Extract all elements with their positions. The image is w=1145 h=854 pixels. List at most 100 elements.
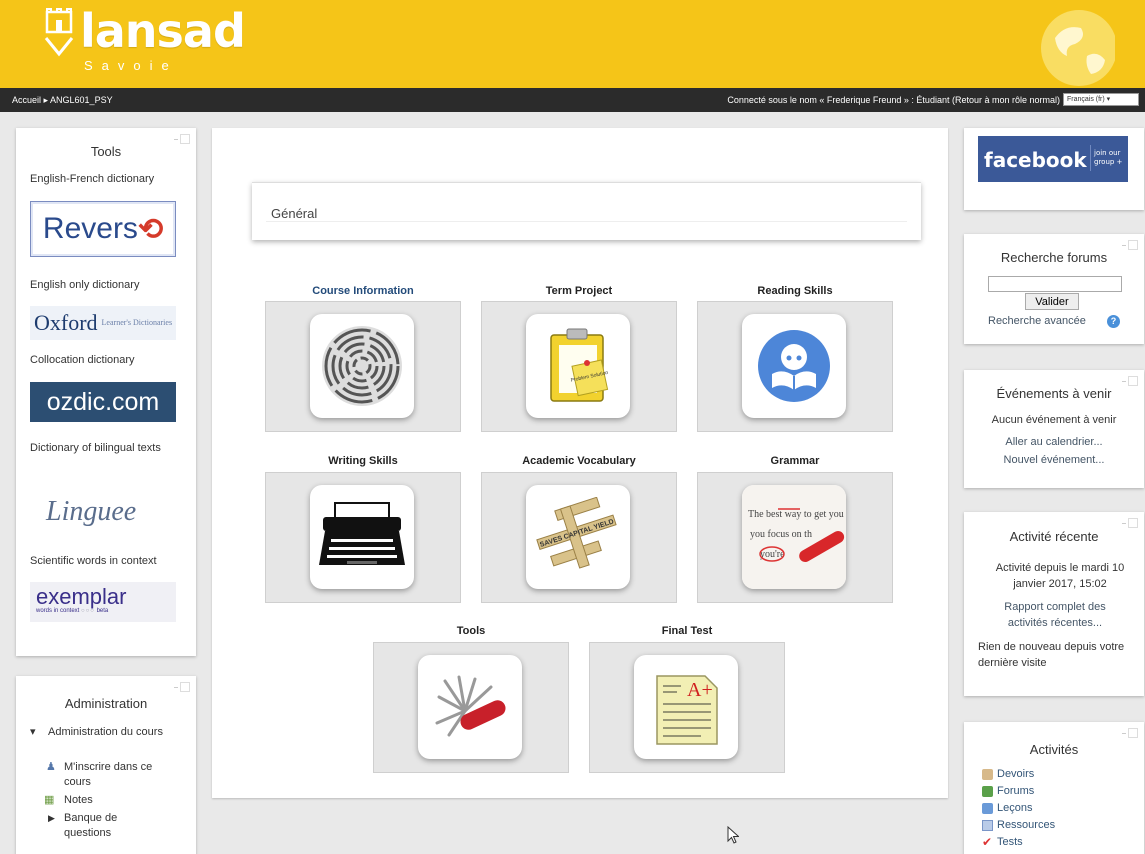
block-collapse-icon[interactable] <box>1122 728 1138 738</box>
admin-question-bank[interactable]: Banque de questions <box>64 811 164 841</box>
lansad-logo[interactable]: lansad Savoie <box>44 8 246 73</box>
tile-final-test[interactable]: A+ <box>589 642 785 773</box>
tool-label-english-french: English-French dictionary <box>30 173 155 185</box>
activity-assignments-label: Devoirs <box>997 768 1035 780</box>
tile-reading-skills[interactable] <box>697 301 893 432</box>
activity-forums-label: Forums <box>997 785 1035 797</box>
grades-icon: ▦ <box>44 794 55 806</box>
tile-title-academic-vocabulary[interactable]: Academic Vocabulary <box>481 455 677 467</box>
activity-lessons[interactable]: Leçons <box>982 802 1032 814</box>
forum-icon <box>982 785 993 797</box>
go-to-calendar-link[interactable]: Aller au calendrier... <box>964 436 1144 448</box>
activity-assignments[interactable]: Devoirs <box>982 768 1034 780</box>
activity-quizzes-label: Tests <box>997 836 1023 848</box>
nothing-new-text: Rien de nouveau depuis votre dernière vi… <box>978 641 1125 669</box>
admin-enrol-me[interactable]: M'inscrire dans ce cours <box>64 760 174 790</box>
globe-icon <box>1041 10 1115 86</box>
linguee-link[interactable]: Linguee <box>46 496 136 528</box>
tile-tools[interactable] <box>373 642 569 773</box>
ozdic-logo-text: ozdic.com <box>46 388 160 416</box>
triangle-right-icon[interactable]: ▶ <box>48 811 55 826</box>
block-collapse-icon[interactable] <box>1122 240 1138 250</box>
block-collapse-icon[interactable] <box>174 134 190 144</box>
logo-subtitle: Savoie <box>84 58 178 73</box>
breadcrumb[interactable]: Accueil ▸ ANGL601_PSY <box>12 95 113 106</box>
tile-title-writing-skills[interactable]: Writing Skills <box>265 455 461 467</box>
quiz-check-icon: ✔ <box>982 834 993 849</box>
reverso-swirl-icon: ⟲ <box>137 212 164 246</box>
activity-resources[interactable]: Ressources <box>982 819 1055 831</box>
recent-activity-title: Activité récente <box>1009 529 1099 544</box>
help-icon[interactable]: ? <box>1107 315 1120 328</box>
tile-title-tools[interactable]: Tools <box>373 625 569 637</box>
section-general-title: Général <box>271 206 318 221</box>
tile-course-information[interactable] <box>265 301 461 432</box>
facebook-block: facebook join our group + <box>964 128 1144 210</box>
oxford-logo-text: Oxford <box>34 310 98 335</box>
tile-title-final-test[interactable]: Final Test <box>589 625 785 637</box>
section-general: Général <box>252 182 921 240</box>
tile-title-reading-skills[interactable]: Reading Skills <box>697 285 893 297</box>
facebook-join: join our group + <box>1090 145 1124 171</box>
exemplar-logo-text: exemplar <box>36 584 127 609</box>
ozdic-link[interactable]: ozdic.com <box>30 382 176 422</box>
activity-since: Activité depuis le mardi 10 janvier 2017… <box>995 562 1125 590</box>
activities-block: Activités Devoirs Forums Leçons Ressourc… <box>964 722 1144 854</box>
maze-icon <box>310 314 414 418</box>
tile-title-grammar[interactable]: Grammar <box>697 455 893 467</box>
new-event-link[interactable]: Nouvel événement... <box>964 454 1144 466</box>
activity-quizzes[interactable]: ✔ Tests <box>982 834 1023 849</box>
clipboard-icon: Problem Solution <box>526 314 630 418</box>
language-select-value: Français (fr) <box>1067 96 1105 103</box>
tile-title-term-project[interactable]: Term Project <box>481 285 677 297</box>
exemplar-link[interactable]: exemplar words in context ○○○ beta <box>30 582 176 622</box>
exemplar-dots-icon: ○○○ <box>81 608 95 614</box>
search-forums-block: Recherche forums Valider Recherche avanc… <box>964 234 1144 344</box>
activity-lessons-label: Leçons <box>997 802 1033 814</box>
activities-title: Activités <box>1029 742 1079 757</box>
tile-term-project[interactable]: Problem Solution <box>481 301 677 432</box>
search-forums-submit-button[interactable]: Valider <box>1025 293 1079 310</box>
block-collapse-icon[interactable] <box>1122 376 1138 386</box>
tile-grammar[interactable]: The best way to get you focus on the you… <box>697 472 893 603</box>
exemplar-logo-subtitle: words in context <box>36 608 80 614</box>
typewriter-icon <box>310 485 414 589</box>
reader-icon <box>742 314 846 418</box>
lesson-icon <box>982 802 993 814</box>
block-collapse-icon[interactable] <box>1122 518 1138 528</box>
block-collapse-icon[interactable] <box>174 682 190 692</box>
reverso-logo-text: Revers <box>42 212 138 245</box>
upcoming-events-title: Événements à venir <box>996 386 1112 401</box>
tile-academic-vocabulary[interactable]: SAVES CAPITAL YIELD <box>481 472 677 603</box>
admin-course-administration[interactable]: Administration du cours <box>48 725 168 740</box>
admin-grades[interactable]: Notes <box>64 793 93 808</box>
activity-resources-label: Ressources <box>997 819 1056 831</box>
upcoming-events-block: Événements à venir Aucun événement à ven… <box>964 370 1144 488</box>
assignment-icon <box>982 768 993 780</box>
test-paper-icon: A+ <box>634 655 738 759</box>
mouse-cursor-icon <box>727 826 739 844</box>
facebook-group-link[interactable]: facebook join our group + <box>978 136 1128 182</box>
tile-writing-skills[interactable] <box>265 472 461 603</box>
advanced-search-link[interactable]: Recherche avancée <box>988 315 1086 327</box>
nav-bar: Accueil ▸ ANGL601_PSY Connecté sous le n… <box>0 88 1145 112</box>
search-forums-title: Recherche forums <box>1000 250 1108 265</box>
full-report-link[interactable]: Rapport complet des activités récentes..… <box>990 599 1120 631</box>
tool-label-english-only: English only dictionary <box>30 279 140 291</box>
tile-title-course-information[interactable]: Course Information <box>265 285 461 297</box>
castle-logo-icon <box>44 8 74 57</box>
swiss-knife-icon <box>418 655 522 759</box>
reverso-link[interactable]: Revers ⟲ <box>30 201 176 257</box>
tool-label-collocation: Collocation dictionary <box>30 354 135 366</box>
activity-forums[interactable]: Forums <box>982 785 1034 797</box>
tools-block-title: Tools <box>90 144 122 159</box>
oxford-link[interactable]: Oxford Learner's Dictionaries <box>30 306 176 340</box>
login-info[interactable]: Connecté sous le nom « Frederique Freund… <box>727 95 1060 105</box>
triangle-down-icon[interactable]: ▾ <box>30 725 36 740</box>
language-select[interactable]: Français (fr) ▾ <box>1063 93 1139 106</box>
oxford-logo-subtitle: Learner's Dictionaries <box>101 318 173 327</box>
scrabble-icon: SAVES CAPITAL YIELD <box>526 485 630 589</box>
no-upcoming-events: Aucun événement à venir <box>991 414 1117 426</box>
resource-icon <box>982 819 993 831</box>
search-forums-input[interactable] <box>988 276 1122 292</box>
